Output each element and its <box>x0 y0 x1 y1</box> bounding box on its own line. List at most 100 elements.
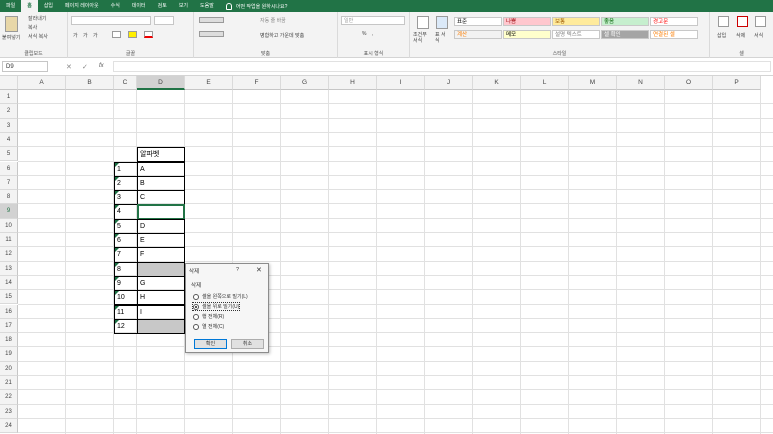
tab-3[interactable]: 페이지 레이아웃 <box>59 0 105 12</box>
ok-button[interactable]: 확인 <box>194 339 227 349</box>
format-painter-button[interactable]: 서식 복사 <box>28 33 48 40</box>
col-header-L[interactable]: L <box>521 76 569 90</box>
row-header-14[interactable]: 14 <box>0 275 18 291</box>
underline-button[interactable]: 가 <box>93 32 98 39</box>
col-header-P[interactable]: P <box>713 76 761 90</box>
tab-6[interactable]: 검토 <box>152 0 173 12</box>
vertical-align-icons[interactable] <box>199 17 224 23</box>
row-header-12[interactable]: 12 <box>0 247 18 262</box>
tab-8[interactable]: 도움말 <box>194 0 220 12</box>
col-header-O[interactable]: O <box>665 76 713 90</box>
font-color-icon[interactable] <box>144 31 153 38</box>
copy-button[interactable]: 복사 <box>28 24 37 31</box>
col-header-D[interactable]: D <box>137 76 185 90</box>
help-button[interactable]: ? <box>236 267 239 273</box>
cancel-button[interactable]: 취소 <box>231 339 264 349</box>
row-header-11[interactable]: 11 <box>0 233 18 248</box>
col-header-H[interactable]: H <box>329 76 377 90</box>
row-header-13[interactable]: 13 <box>0 261 18 276</box>
cell-style-4[interactable]: 경고문 <box>650 17 698 26</box>
merge-center-button[interactable]: 병합하고 가운데 맞춤 <box>260 32 304 39</box>
close-icon[interactable]: ✕ <box>256 266 262 274</box>
row-header-8[interactable]: 8 <box>0 190 18 205</box>
col-header-M[interactable]: M <box>569 76 617 90</box>
cell-letter[interactable]: G <box>137 275 185 292</box>
fx-label[interactable]: fx <box>99 63 104 69</box>
col-header-C[interactable]: C <box>114 76 137 90</box>
name-box[interactable]: D9 <box>2 61 48 72</box>
paste-icon[interactable] <box>5 16 18 32</box>
col-header-F[interactable]: F <box>233 76 281 90</box>
insert-cells-button[interactable]: 삽입 <box>717 32 726 39</box>
row-header-20[interactable]: 20 <box>0 361 18 376</box>
col-header-B[interactable]: B <box>66 76 114 90</box>
cell-letter[interactable]: D <box>137 218 185 234</box>
row-header-9[interactable]: 9 <box>0 204 18 219</box>
row-header-21[interactable]: 21 <box>0 376 18 391</box>
cell-style-0[interactable]: 표준 <box>454 17 502 26</box>
col-header-E[interactable]: E <box>185 76 233 90</box>
cell-letter[interactable]: E <box>137 233 185 249</box>
delete-option-1[interactable]: 셀을 위로 밀기(U) <box>191 302 241 311</box>
spreadsheet-grid[interactable]: A B C D E F G H I J K L M N O P 1 2 3 4 5 6 7 8 9 10 11 12 13 14 15 16 1… <box>0 76 773 434</box>
row-header-15[interactable]: 15 <box>0 290 18 305</box>
paste-button[interactable]: 붙여넣기 <box>2 34 20 41</box>
delete-option-2[interactable]: 행 전체(R) <box>193 313 224 320</box>
percent-button[interactable]: % <box>362 31 366 37</box>
cell-letter[interactable] <box>137 261 185 277</box>
radio-icon[interactable] <box>193 293 199 300</box>
active-cell[interactable] <box>137 204 185 220</box>
row-header-6[interactable]: 6 <box>0 161 18 176</box>
cell-style-1[interactable]: 나쁨 <box>503 17 551 26</box>
row-header-19[interactable]: 19 <box>0 347 18 362</box>
cell-style-6[interactable]: 메모 <box>503 30 551 39</box>
insert-cells-icon[interactable] <box>718 16 729 27</box>
delete-option-3[interactable]: 열 전체(C) <box>193 323 224 330</box>
row-header-23[interactable]: 23 <box>0 404 18 419</box>
fill-color-icon[interactable] <box>128 31 137 38</box>
wrap-text-button[interactable]: 자동 줄 바꿈 <box>260 17 286 24</box>
row-header-4[interactable]: 4 <box>0 132 18 148</box>
delete-cells-icon[interactable] <box>737 16 748 27</box>
col-header-J[interactable]: J <box>425 76 473 90</box>
tab-7[interactable]: 보기 <box>173 0 194 12</box>
formula-input[interactable] <box>113 61 771 72</box>
cell-letter[interactable]: I <box>137 304 185 320</box>
radio-icon[interactable] <box>193 303 199 310</box>
cell-style-8[interactable]: 셀 확인 <box>601 30 649 39</box>
horizontal-align-icons[interactable] <box>199 31 224 37</box>
cell-style-2[interactable]: 보통 <box>552 17 600 26</box>
cell-style-3[interactable]: 좋음 <box>601 17 649 26</box>
bold-button[interactable]: 가 <box>73 32 78 39</box>
delete-cells-button[interactable]: 삭제 <box>736 32 745 39</box>
delete-option-0[interactable]: 셀을 왼쪽으로 밀기(L) <box>193 293 248 300</box>
format-cells-icon[interactable] <box>755 16 766 27</box>
table-header-cell[interactable]: 알파벳 <box>137 147 185 163</box>
table-format-button[interactable]: 표 서식 <box>435 32 449 44</box>
row-header-10[interactable]: 10 <box>0 218 18 233</box>
row-header-18[interactable]: 18 <box>0 333 18 348</box>
tab-2[interactable]: 삽입 <box>38 0 59 12</box>
conditional-format-icon[interactable] <box>417 16 429 29</box>
tell-me-search[interactable]: 어떤 작업을 원하시나요? <box>225 2 287 10</box>
font-name-combo[interactable] <box>71 16 151 25</box>
tab-5[interactable]: 데이터 <box>126 0 152 12</box>
col-header-K[interactable]: K <box>473 76 521 90</box>
format-cells-button[interactable]: 서식 <box>754 32 763 39</box>
row-header-3[interactable]: 3 <box>0 118 18 133</box>
cell-letter[interactable] <box>137 318 185 335</box>
row-header-1[interactable]: 1 <box>0 90 18 105</box>
row-header-22[interactable]: 22 <box>0 390 18 405</box>
tab-0[interactable]: 파일 <box>0 0 21 12</box>
border-icon[interactable] <box>112 31 121 38</box>
radio-icon[interactable] <box>193 323 199 330</box>
col-header-I[interactable]: I <box>377 76 425 90</box>
cell-letter[interactable]: F <box>137 247 185 263</box>
row-header-7[interactable]: 7 <box>0 175 18 191</box>
cell-letter[interactable]: C <box>137 190 185 206</box>
cell-letter[interactable]: A <box>137 161 185 177</box>
cancel-icon[interactable]: ✕ <box>66 63 72 71</box>
conditional-format-button[interactable]: 조건부 서식 <box>413 32 431 44</box>
cell-style-9[interactable]: 연결된 셀 <box>650 30 698 39</box>
radio-icon[interactable] <box>193 313 199 320</box>
